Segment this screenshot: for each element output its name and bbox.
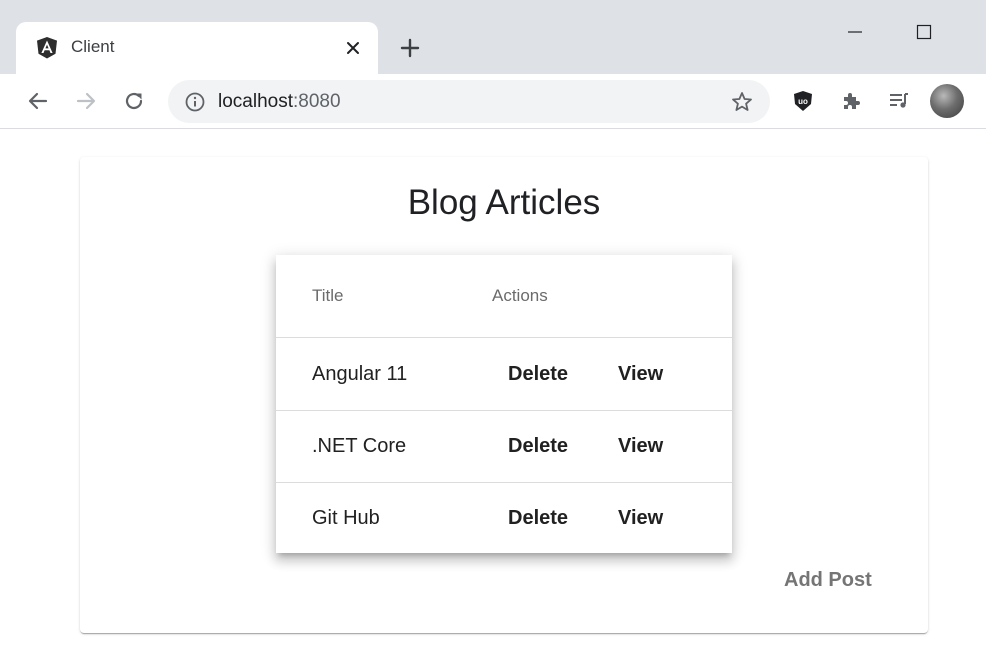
tab-title: Client [71,37,115,56]
header-actions: Actions [492,286,548,305]
article-title: .NET Core [312,435,407,457]
url-host: localhost [218,91,293,112]
table-row: Angular 11 Delete View [276,339,732,411]
info-icon[interactable] [184,91,206,113]
view-button[interactable]: View [618,507,663,530]
star-icon[interactable] [730,90,754,114]
url-text[interactable]: localhost:8080 [218,91,341,113]
article-title: Angular 11 [312,363,408,385]
add-post-button[interactable]: Add Post [784,569,872,592]
article-title: Git Hub [312,507,380,529]
maximize-icon[interactable] [901,16,947,48]
svg-text:uo: uo [798,97,808,106]
blog-card: Blog Articles Title Actions Angular 11 D… [80,157,928,633]
table-header: Title Actions [276,255,732,338]
browser-toolbar: localhost:8080 uo [0,74,986,129]
url-port: :8080 [293,91,341,112]
articles-table: Title Actions Angular 11 Delete View .NE… [276,255,732,553]
view-button[interactable]: View [618,363,663,386]
page-content: Blog Articles Title Actions Angular 11 D… [0,129,986,651]
reload-icon[interactable] [119,86,149,116]
delete-button[interactable]: Delete [508,507,568,530]
arrow-right-icon[interactable] [71,86,101,116]
ublock-icon[interactable]: uo [788,86,818,116]
delete-button[interactable]: Delete [508,363,568,386]
queue-music-icon[interactable] [884,86,914,116]
page-title: Blog Articles [407,183,601,222]
header-title: Title [312,286,344,305]
delete-button[interactable]: Delete [508,435,568,458]
minimize-icon[interactable] [832,16,878,48]
view-button[interactable]: View [618,435,663,458]
angular-icon [35,36,59,60]
browser-tab[interactable]: Client [16,22,378,74]
new-tab-icon[interactable] [396,34,424,62]
puzzle-icon[interactable] [836,86,866,116]
address-bar[interactable]: localhost:8080 [168,80,770,123]
tab-strip: Client [0,0,986,74]
table-row: .NET Core Delete View [276,411,732,483]
profile-avatar[interactable] [930,84,964,118]
arrow-left-icon[interactable] [23,86,53,116]
table-row: Git Hub Delete View [276,483,732,555]
close-tab-icon[interactable] [342,37,364,59]
